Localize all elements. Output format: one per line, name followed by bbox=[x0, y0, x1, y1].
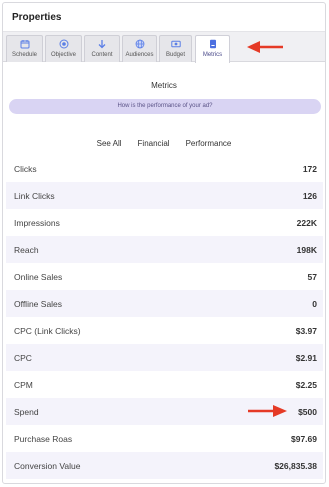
metric-row: Clicks 172 bbox=[6, 155, 323, 182]
metric-value: 172 bbox=[302, 163, 317, 174]
metric-row: CPC (Link Clicks) $3.97 bbox=[6, 317, 323, 344]
tab-budget[interactable]: Budget bbox=[159, 35, 192, 62]
metric-row: CPM $2.25 bbox=[6, 371, 323, 398]
metric-value: 126 bbox=[302, 190, 317, 201]
metric-value: $500 bbox=[298, 406, 317, 417]
panel-title: Properties bbox=[12, 11, 62, 23]
metric-value: $2.91 bbox=[295, 352, 317, 363]
metric-row: CPC $2.91 bbox=[6, 344, 323, 371]
globe-icon bbox=[135, 39, 144, 49]
tab-schedule[interactable]: Schedule bbox=[6, 35, 43, 62]
target-icon bbox=[59, 39, 68, 49]
metric-label: Online Sales bbox=[14, 271, 63, 282]
annotation-arrow-icon bbox=[247, 41, 283, 53]
tab-content[interactable]: Content bbox=[84, 35, 120, 62]
metric-value: 222K bbox=[296, 217, 317, 228]
section-title: Metrics bbox=[151, 81, 177, 90]
metric-label: Purchase Roas bbox=[14, 433, 73, 444]
metric-value: $2.25 bbox=[295, 379, 317, 390]
filter-see-all[interactable]: See All bbox=[97, 139, 122, 148]
metric-row: Offline Sales 0 bbox=[6, 290, 323, 317]
metric-label: Impressions bbox=[14, 217, 60, 228]
tab-label: Metrics bbox=[202, 52, 223, 58]
money-icon bbox=[170, 40, 181, 48]
tab-metrics[interactable]: Metrics bbox=[195, 35, 230, 63]
calendar-icon bbox=[20, 40, 29, 49]
document-icon bbox=[209, 39, 216, 49]
metric-row: Conversion Value $26,835.38 bbox=[6, 452, 323, 479]
metric-label: Conversion Value bbox=[14, 460, 81, 471]
tab-label: Budget bbox=[165, 52, 186, 58]
tab-audiences[interactable]: Audiences bbox=[122, 35, 157, 62]
metric-row: Purchase Roas $97.69 bbox=[6, 425, 323, 452]
tab-label: Objective bbox=[50, 52, 76, 58]
metric-row: Impressions 222K bbox=[6, 209, 323, 236]
metric-label: Reach bbox=[14, 244, 39, 255]
metric-label: Spend bbox=[14, 406, 39, 417]
filter-performance[interactable]: Performance bbox=[186, 139, 232, 148]
metric-label: CPM bbox=[14, 379, 33, 390]
properties-panel: Properties Schedule Objective Content Au… bbox=[2, 2, 326, 484]
metric-row: Reach 198K bbox=[6, 236, 323, 263]
question-banner: How is the performance of your ad? bbox=[9, 99, 321, 114]
metric-value: 0 bbox=[312, 298, 317, 309]
metric-label: CPC bbox=[14, 352, 32, 363]
metric-value: $97.69 bbox=[291, 433, 317, 444]
tab-label: Audiences bbox=[125, 52, 154, 58]
metric-value: $26,835.38 bbox=[274, 460, 317, 471]
metric-label: Link Clicks bbox=[14, 190, 55, 201]
annotation-arrow-icon bbox=[248, 405, 287, 417]
metric-filter-tabs: See All Financial Performance bbox=[3, 139, 325, 148]
tab-label: Schedule bbox=[11, 52, 38, 58]
arrow-down-icon bbox=[98, 40, 106, 49]
metric-row: Link Clicks 126 bbox=[6, 182, 323, 209]
tab-label: Content bbox=[91, 52, 113, 58]
metric-label: CPC (Link Clicks) bbox=[14, 325, 81, 336]
metric-row: Online Sales 57 bbox=[6, 263, 323, 290]
metric-value: 198K bbox=[296, 244, 317, 255]
metric-label: Offline Sales bbox=[14, 298, 63, 309]
tab-objective[interactable]: Objective bbox=[45, 35, 82, 62]
metric-list: Clicks 172 Link Clicks 126 Impressions 222K… bbox=[6, 155, 323, 479]
metric-label: Clicks bbox=[14, 163, 37, 174]
metric-value: $3.97 bbox=[295, 325, 317, 336]
filter-financial[interactable]: Financial bbox=[138, 139, 170, 148]
metric-value: 57 bbox=[307, 271, 317, 282]
